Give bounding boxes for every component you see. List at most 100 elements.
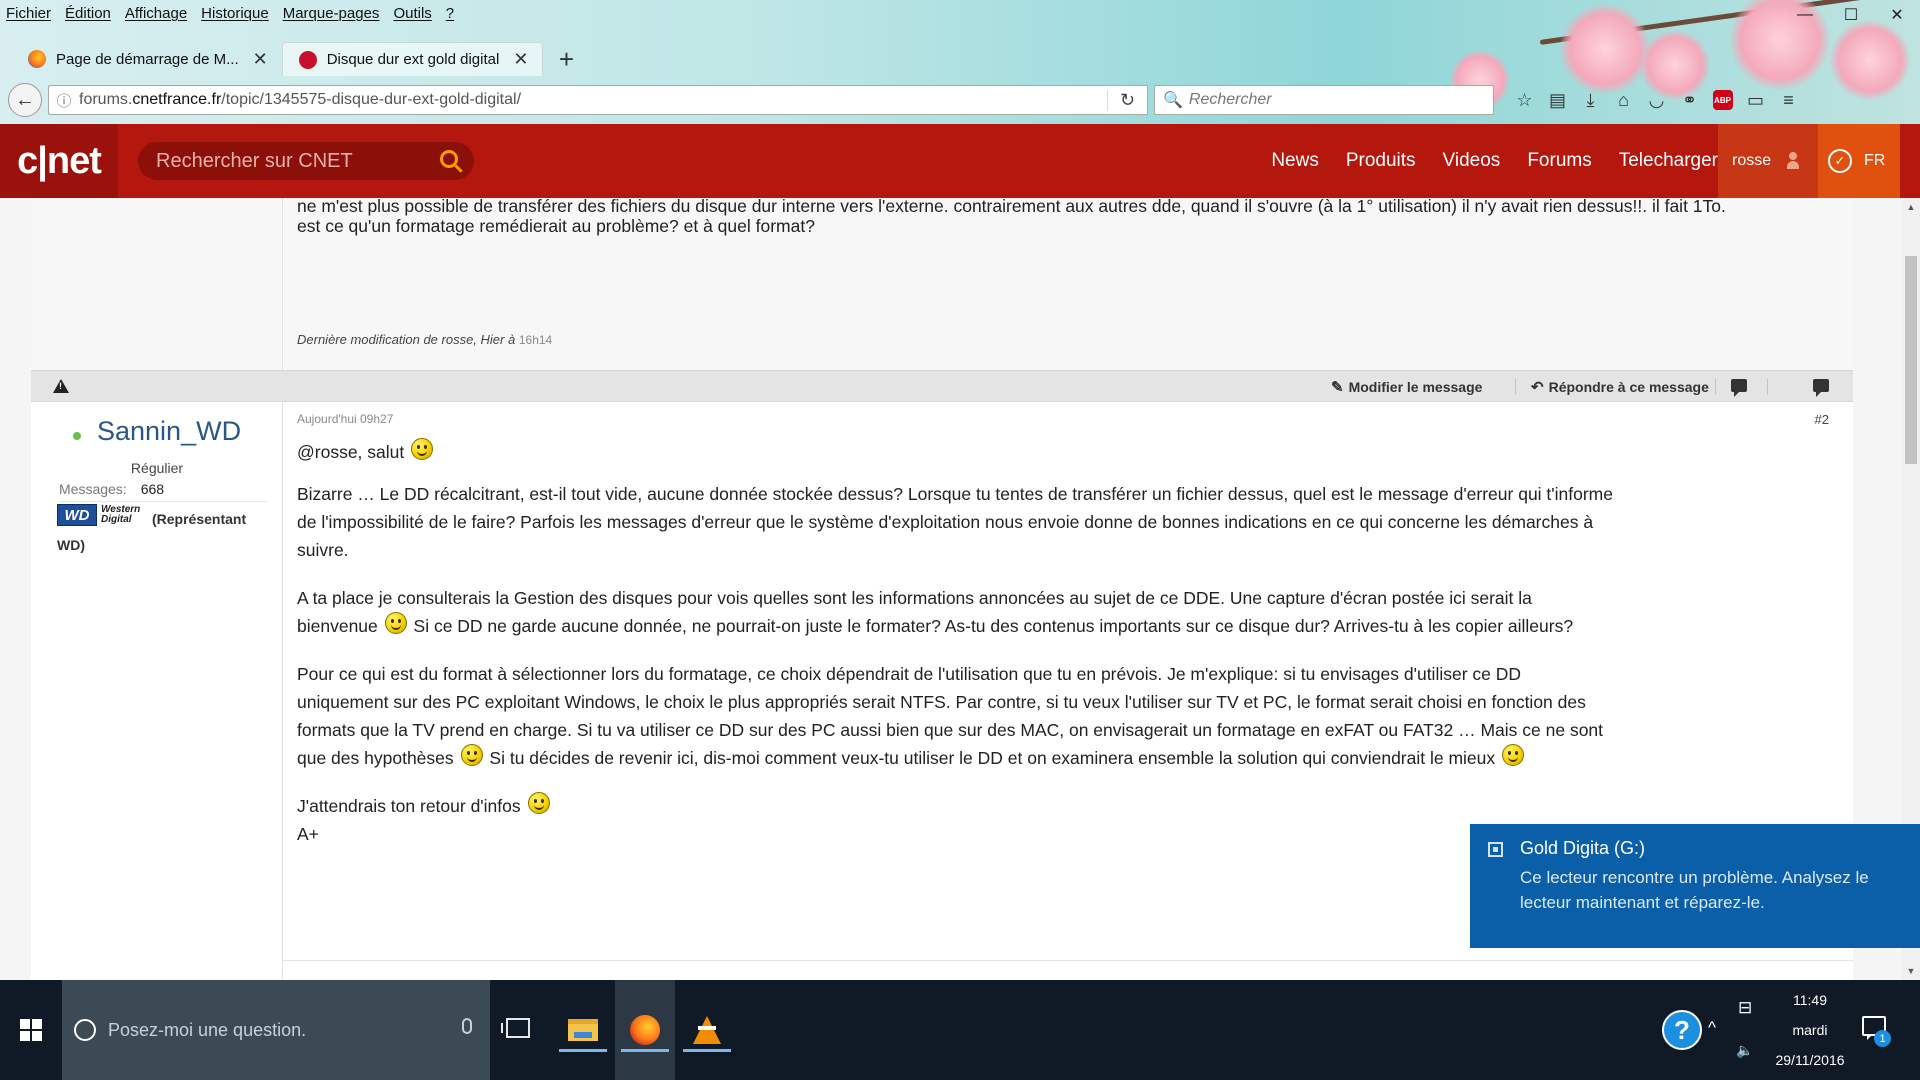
nav-videos[interactable]: Videos [1443, 150, 1501, 172]
nav-produits[interactable]: Produits [1346, 150, 1416, 172]
firefox-icon [28, 50, 46, 68]
report-warning-icon[interactable] [53, 379, 69, 393]
smiley-icon [1502, 744, 1525, 766]
author-role: Régulier [130, 460, 184, 476]
screenshot-icon[interactable]: ▭ [1739, 85, 1772, 115]
adblock-icon[interactable]: ABP [1706, 85, 1739, 115]
menu-affichage[interactable]: Affichage [125, 5, 187, 22]
navigation-bar: ← ⓘ forums. cnetfrance.fr/topic/1345575-d… [0, 80, 1920, 120]
notification-title: Gold Digita (G:) [1520, 838, 1646, 858]
tab-strip: Page de démarrage de M... ✕ Disque dur e… [12, 40, 583, 76]
window-controls: — ☐ ✕ [1782, 0, 1920, 30]
network-icon[interactable]: ⊟ [1738, 998, 1752, 1018]
online-status-icon [73, 432, 81, 440]
language-label: FR [1864, 152, 1886, 169]
search-icon[interactable] [440, 150, 458, 168]
nav-forums[interactable]: Forums [1527, 150, 1591, 172]
last-modified: Dernière modification de rosse, Hier à 1… [297, 332, 552, 347]
reply-message-button[interactable]: ↶ Répondre à ce message [1531, 378, 1709, 396]
search-placeholder: Rechercher [1188, 91, 1272, 108]
smiley-icon [384, 612, 407, 634]
info-icon[interactable]: ⓘ [49, 90, 79, 111]
close-tab-icon[interactable]: ✕ [253, 49, 268, 70]
post-greeting: @rosse, salut [297, 442, 405, 462]
task-view-icon[interactable] [501, 1018, 530, 1038]
abp-badge: ABP [1712, 90, 1733, 110]
taskbar-app-file-explorer[interactable] [553, 980, 613, 1080]
browser-search-input[interactable]: 🔍 Rechercher [1154, 85, 1494, 115]
menu-fichier[interactable]: Fichier [6, 5, 51, 22]
post-paragraph: J'attendrais ton retour d'infos [297, 796, 521, 816]
microphone-icon[interactable] [462, 1018, 472, 1034]
windows-taskbar: Posez-moi une question. ? ^ ⊟ 🔈 11:49 ma… [0, 980, 1920, 1080]
check-circle-icon: ✓ [1828, 149, 1852, 173]
show-hidden-icons-chevron[interactable]: ^ [1708, 1018, 1716, 1038]
home-icon[interactable]: ⌂ [1607, 85, 1640, 115]
post-date: Aujourd'hui 09h27 [297, 412, 394, 426]
taskbar-clock[interactable]: 11:49 mardi 29/11/2016 [1760, 980, 1860, 1080]
pocket-icon[interactable]: ◡ [1640, 85, 1673, 115]
scrollbar-thumb[interactable] [1905, 256, 1917, 464]
author-name[interactable]: Sannin_WD [97, 416, 241, 447]
last-modified-time: 16h14 [518, 333, 553, 347]
cortana-search-input[interactable]: Posez-moi une question. [62, 980, 490, 1080]
share-icon[interactable]: ⚭ [1673, 85, 1706, 115]
taskbar-app-firefox[interactable] [615, 980, 675, 1080]
nav-news[interactable]: News [1271, 150, 1319, 172]
menu-outils[interactable]: Outils [393, 5, 431, 22]
messages-label: Messages: [59, 481, 127, 497]
notification-body: Ce lecteur rencontre un problème. Analys… [1520, 868, 1869, 912]
cnet-logo[interactable]: c|net [0, 124, 118, 198]
edit-message-button[interactable]: ✎ Modifier le message [1331, 378, 1482, 396]
star-icon[interactable]: ☆ [1508, 85, 1541, 115]
menu-edition[interactable]: Édition [65, 5, 111, 22]
tab-title: Disque dur ext gold digital [326, 51, 500, 68]
post-action-bar: ✎ Modifier le message ↶ Répondre à ce me… [31, 370, 1853, 402]
url-bar[interactable]: ⓘ forums. cnetfrance.fr/topic/1345575-dis… [48, 85, 1148, 115]
post-text: @rosse, salut Bizarre … Le DD récalcitra… [297, 438, 1617, 868]
nav-telecharger[interactable]: Telecharger [1619, 150, 1718, 172]
user-menu[interactable]: rosse [1718, 124, 1818, 198]
help-icon[interactable]: ? [1662, 1010, 1702, 1050]
maximize-button[interactable]: ☐ [1828, 0, 1874, 30]
scroll-up-icon[interactable]: ▲ [1902, 198, 1920, 216]
messages-count: 668 [140, 481, 165, 497]
close-window-button[interactable]: ✕ [1874, 0, 1920, 30]
menu-marque-pages[interactable]: Marque-pages [283, 5, 380, 22]
back-button[interactable]: ← [8, 83, 42, 117]
vlc-icon [693, 1016, 721, 1044]
start-button[interactable] [0, 980, 62, 1080]
multi-quote-icon[interactable] [1813, 379, 1829, 397]
cnet-icon [298, 50, 317, 69]
quote-icon[interactable] [1731, 379, 1747, 397]
taskbar-app-vlc[interactable] [677, 980, 737, 1080]
tab-cnet-topic[interactable]: Disque dur ext gold digital ✕ [281, 42, 544, 76]
reload-icon[interactable]: ↻ [1107, 89, 1147, 111]
divider [1767, 379, 1768, 395]
menu-icon[interactable]: ≡ [1772, 85, 1805, 115]
post2-author-column: Sannin_WD Régulier Messages: 668 WD Weste… [31, 402, 283, 980]
firefox-icon [630, 1015, 660, 1045]
post-number[interactable]: #2 [1815, 412, 1829, 427]
language-selector[interactable]: ✓ FR [1818, 124, 1900, 198]
menu-historique[interactable]: Historique [201, 5, 269, 22]
author-message-count: Messages: 668 [59, 481, 267, 502]
reading-list-icon[interactable]: ▤ [1541, 85, 1574, 115]
volume-icon[interactable]: 🔈 [1736, 1042, 1753, 1059]
download-icon[interactable]: ⤓ [1574, 85, 1607, 115]
minimize-button[interactable]: — [1782, 0, 1828, 30]
drive-icon [1488, 842, 1503, 857]
new-tab-button[interactable]: + [549, 42, 583, 76]
toolbar-icons: ☆ ▤ ⤓ ⌂ ◡ ⚭ ABP ▭ ≡ [1508, 85, 1805, 115]
close-tab-icon[interactable]: ✕ [513, 49, 528, 70]
cnet-search-input[interactable]: Rechercher sur CNET [138, 142, 474, 180]
url-prefix: forums. [79, 91, 133, 108]
drive-error-notification[interactable]: Gold Digita (G:) Ce lecteur rencontre un… [1470, 824, 1920, 948]
divider [1715, 379, 1716, 395]
tab-start-page[interactable]: Page de démarrage de M... ✕ [12, 42, 282, 76]
last-modified-text: Dernière modification de rosse, Hier à [297, 332, 516, 347]
menu-aide[interactable]: ? [446, 5, 454, 22]
representative-label: (Représentant WD) [57, 511, 247, 553]
post-paragraph-part: Si tu décides de revenir ici, dis-moi co… [489, 748, 1496, 768]
scroll-down-icon[interactable]: ▼ [1902, 962, 1920, 980]
